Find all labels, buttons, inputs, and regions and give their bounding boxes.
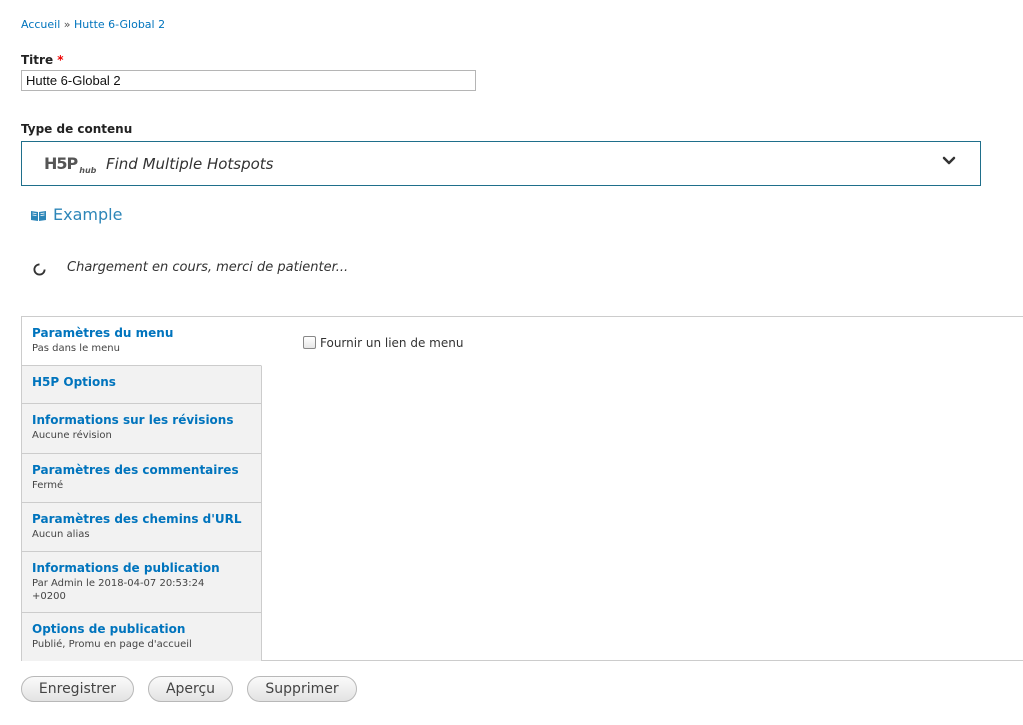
tab-summary: Aucune révision [32,430,112,441]
title-input[interactable]: Hutte 6-Global 2 [21,70,476,91]
breadcrumb-current-link[interactable]: Hutte 6-Global 2 [74,18,165,31]
tab-title: Paramètres des commentaires [32,463,239,477]
tab-h5p-options[interactable]: H5P Options [22,366,262,404]
required-mark: * [57,53,64,67]
tab-summary: Pas dans le menu [32,343,120,354]
tab-summary: Aucun alias [32,529,90,540]
h5p-logo-text: H5P [44,154,78,173]
content-type-label: Type de contenu [21,122,133,136]
example-link[interactable]: Example [30,205,122,224]
selected-content-type: Find Multiple Hotspots [106,155,274,173]
breadcrumb-home-link[interactable]: Accueil [21,18,60,31]
tab-title: Options de publication [32,622,186,636]
tab-summary: Publié, Promu en page d'accueil [32,639,192,650]
preview-button[interactable]: Aperçu [148,676,233,702]
breadcrumb: Accueil » Hutte 6-Global 2 [21,18,165,31]
book-icon [31,211,46,221]
tab-url-path-settings[interactable]: Paramètres des chemins d'URL Aucun alias [22,503,262,552]
provide-menu-link-label[interactable]: Fournir un lien de menu [320,336,463,350]
vertical-tabs: Paramètres du menu Pas dans le menu H5P … [21,316,1023,661]
h5p-logo-sub: hub [79,166,97,176]
tab-publishing-options[interactable]: Options de publication Publié, Promu en … [22,613,262,661]
tab-title: Informations sur les révisions [32,413,234,427]
tab-comment-settings[interactable]: Paramètres des commentaires Fermé [22,454,262,503]
tab-title: Paramètres du menu [32,326,174,340]
loading-spinner-icon [33,263,46,276]
tab-title: Paramètres des chemins d'URL [32,512,242,526]
tab-title: H5P Options [32,375,116,389]
vertical-tab-list: Paramètres du menu Pas dans le menu H5P … [22,317,262,661]
tab-summary: Par Admin le 2018-04-07 20:53:24 +0200 [32,578,205,602]
chevron-down-icon[interactable] [942,154,956,168]
example-label: Example [53,205,123,224]
tab-authoring-info[interactable]: Informations de publication Par Admin le… [22,552,262,613]
h5p-hub-logo: H5P hub [44,154,96,175]
content-type-selector[interactable]: H5P hub Find Multiple Hotspots [21,141,981,186]
menu-settings-pane: Fournir un lien de menu [303,336,463,350]
delete-button[interactable]: Supprimer [247,676,357,702]
loading-message: Chargement en cours, merci de patienter.… [67,260,349,275]
breadcrumb-separator: » [63,18,71,31]
title-label-text: Titre [21,53,54,67]
tab-title: Informations de publication [32,561,220,575]
save-button[interactable]: Enregistrer [21,676,134,702]
provide-menu-link-checkbox[interactable] [303,336,316,349]
tab-menu-settings[interactable]: Paramètres du menu Pas dans le menu [22,317,262,366]
tab-summary: Fermé [32,480,64,491]
title-label: Titre * [21,53,64,67]
tab-revision-info[interactable]: Informations sur les révisions Aucune ré… [22,404,262,454]
